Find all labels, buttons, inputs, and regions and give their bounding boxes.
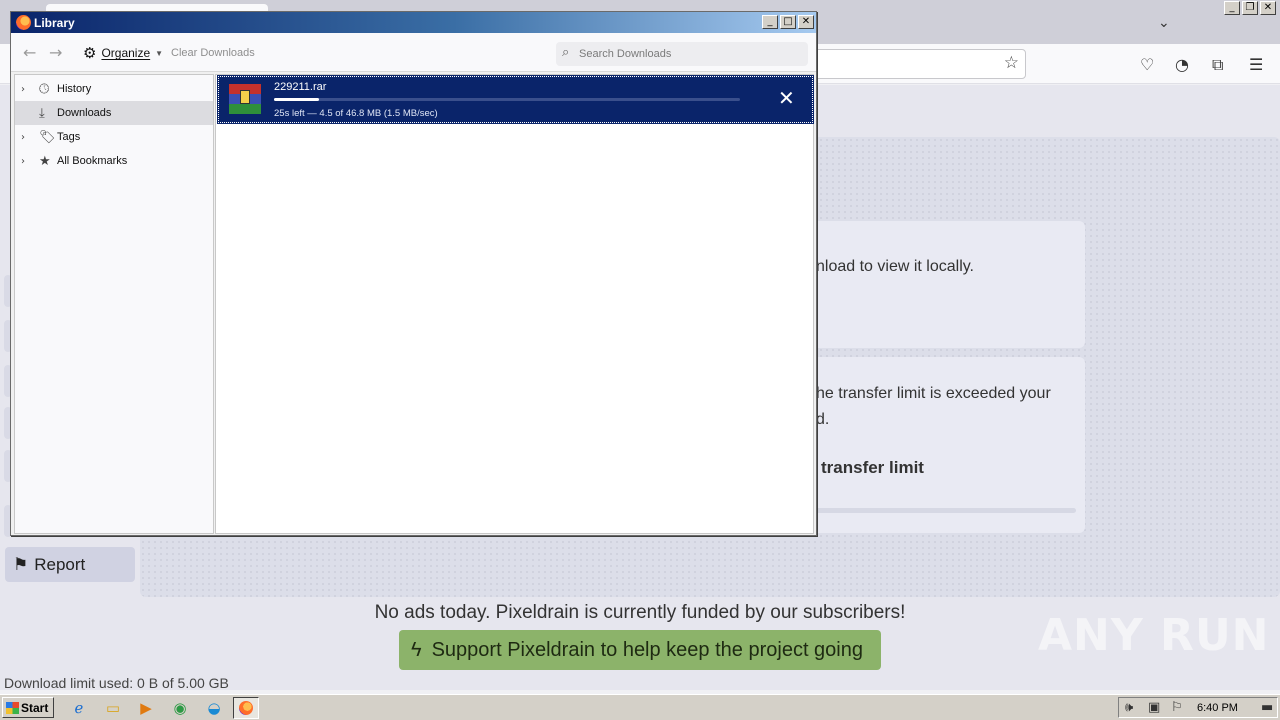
library-sidebar: › 🕓︎ History ⤓ Downloads › 🏷︎ Tags › ★ A… [14,74,214,534]
edge-icon[interactable]: ◒ [205,699,223,717]
taskbar-firefox-button[interactable] [233,697,259,719]
tag-icon: 🏷︎ [39,129,56,145]
support-label: Support Pixeldrain to help keep the proj… [431,638,863,661]
firefox-icon [239,701,253,715]
download-item[interactable]: 229211.rar 25s left — 4.5 of 46.8 MB (1.… [217,75,814,124]
close-button[interactable]: ✕ [1260,1,1276,15]
download-status: 25s left — 4.5 of 46.8 MB (1.5 MB/sec) [274,108,438,119]
download-filename: 229211.rar [274,81,327,93]
transfer-limit-heading: transfer limit [821,458,924,477]
library-maximize-button[interactable]: □ [780,15,796,29]
search-downloads-input[interactable] [579,46,799,62]
search-icon: ⌕ [562,45,570,60]
clear-downloads-button[interactable]: Clear Downloads [171,47,255,59]
flag-icon: ⚑ [13,554,29,574]
forward-arrow-icon[interactable]: → [49,43,62,62]
sidebar-item-tags[interactable]: › 🏷︎ Tags [15,125,213,149]
star-icon: ★ [39,153,51,169]
tab-list-chevron-icon[interactable]: ⌄ [1158,14,1170,31]
search-downloads: ⌕ [556,42,808,66]
library-toolbar: ← → ⚙ Organize ▼ Clear Downloads ⌕ [11,33,816,72]
library-minimize-button[interactable]: _ [762,15,778,29]
library-titlebar[interactable]: Library _ □ ✕ [11,12,816,33]
sidebar-item-downloads[interactable]: ⤓ Downloads [15,101,213,125]
transfer-text-line1: he transfer limit is exceeded your [816,385,1051,402]
organize-label: Organize [101,46,151,60]
sidebar-item-label: Downloads [57,107,112,119]
transfer-text-line2: d. [816,411,830,428]
chrome-icon[interactable]: ◉ [171,699,189,717]
volume-icon[interactable]: 🕪︎ [1125,700,1133,715]
internet-explorer-icon[interactable]: ℯ [70,699,88,717]
taskbar: Start ℯ ▭ ▶ ◉ ◒ 🕪︎ ▣ ⚐ 6:40 PM ▬ [0,694,1280,720]
library-window: Library _ □ ✕ ← → ⚙ Organize ▼ Clear Dow… [10,11,817,536]
expand-chevron-icon[interactable]: › [21,84,35,95]
pocket-icon[interactable]: ♡ [1140,55,1154,74]
winrar-file-icon [229,84,261,115]
restore-button[interactable]: ❐ [1242,1,1258,15]
minimize-button[interactable]: _ [1224,1,1240,15]
folder-icon[interactable]: ▭ [104,699,122,717]
sidebar-item-all-bookmarks[interactable]: › ★ All Bookmarks [15,149,213,173]
organize-menu-button[interactable]: ⚙ Organize ▼ [83,44,163,62]
anyrun-watermark: ANY RUN [1038,610,1270,661]
library-close-button[interactable]: ✕ [798,15,814,29]
library-window-controls: _ □ ✕ [762,15,814,29]
transfer-limit-card: he transfer limit is exceeded your d. tr… [800,357,1085,533]
info-card: nload to view it locally. [800,221,1085,348]
sidebar-item-history[interactable]: › 🕓︎ History [15,77,213,101]
cancel-download-icon[interactable]: ✕ [778,88,795,108]
action-center-flag-icon[interactable]: ⚐ [1171,700,1183,715]
no-ads-text: No ads today. Pixeldrain is currently fu… [374,602,906,623]
menu-icon[interactable]: ☰ [1249,55,1263,74]
support-pixeldrain-button[interactable]: ϟ Support Pixeldrain to help keep the pr… [399,630,881,670]
transfer-limit-bar [816,508,1076,513]
sidebar-item-label: All Bookmarks [57,155,128,167]
sidebar-item-label: Tags [57,131,81,143]
url-bar[interactable]: ☆ [800,49,1026,79]
windows-logo-icon [6,701,19,714]
chevron-down-icon: ▼ [155,48,164,58]
network-icon[interactable]: ▣ [1148,700,1160,715]
browser-window-controls: _ ❐ ✕ [1224,1,1276,15]
extensions-icon[interactable]: ⧉ [1212,55,1223,75]
expand-chevron-icon[interactable]: › [21,156,35,167]
download-icon: ⤓ [39,105,45,121]
show-desktop-icon[interactable]: ▬ [1261,700,1273,715]
info-card-text: nload to view it locally. [816,258,974,275]
clock: 6:40 PM [1197,702,1238,714]
bolt-icon: ϟ [411,638,422,661]
clock-icon: 🕓︎ [39,81,50,97]
gear-icon: ⚙ [83,44,97,62]
download-progress-bar [274,98,740,101]
sidebar-item-label: History [57,83,92,95]
library-title: Library [34,16,75,30]
download-progress-fill [274,98,319,101]
report-button[interactable]: ⚑ Report [5,547,135,582]
report-label: Report [34,554,86,574]
system-tray: 🕪︎ ▣ ⚐ 6:40 PM ▬ [1118,697,1278,718]
expand-chevron-icon[interactable]: › [21,132,35,143]
account-icon[interactable]: ◔ [1175,55,1189,74]
start-button[interactable]: Start [2,697,54,718]
firefox-icon [16,15,31,30]
back-arrow-icon[interactable]: ← [23,43,36,62]
download-limit-text: Download limit used: 0 B of 5.00 GB [4,675,229,691]
bookmark-star-icon[interactable]: ☆ [1004,53,1019,73]
media-player-icon[interactable]: ▶ [137,699,155,717]
downloads-list: 229211.rar 25s left — 4.5 of 46.8 MB (1.… [215,74,814,534]
start-label: Start [21,700,49,715]
